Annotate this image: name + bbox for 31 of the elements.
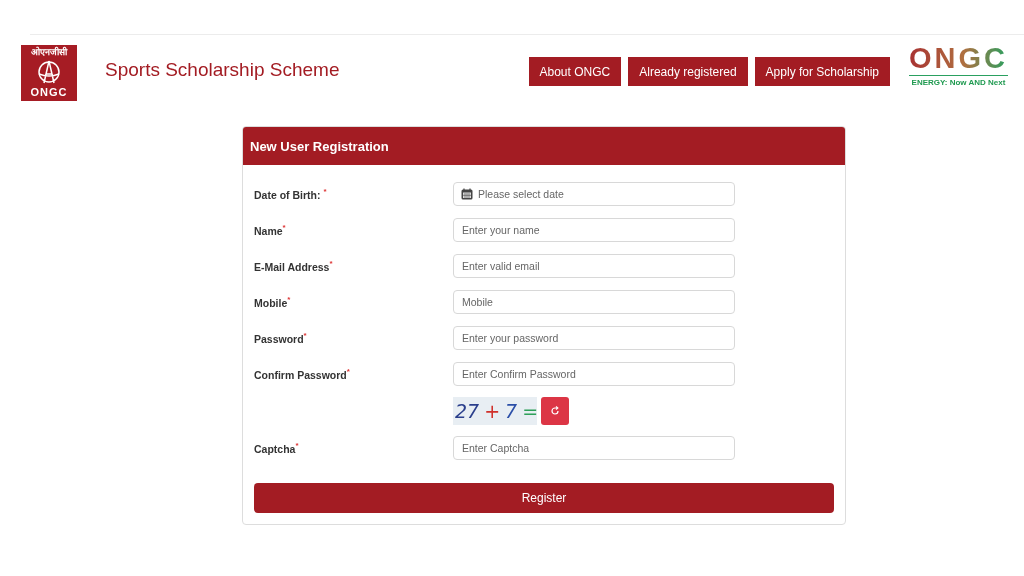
captcha-text: = xyxy=(522,400,539,422)
field-label: Mobile$^{*}$ xyxy=(254,295,292,309)
register-button[interactable]: Register xyxy=(254,483,834,513)
field-label: Date of Birth: $^{*}$ xyxy=(254,187,328,201)
derrick-icon xyxy=(37,60,61,84)
field-label: E-Mail Address$^{*}$ xyxy=(254,259,334,273)
nav-button[interactable]: About ONGC xyxy=(528,57,622,86)
brand-tagline: ENERGY: Now AND Next xyxy=(911,78,1006,87)
captcha-text: + xyxy=(484,400,501,422)
captcha-text: 7 xyxy=(505,400,518,422)
field-label: Captcha$^{*}$ xyxy=(254,441,300,455)
calendar-icon xyxy=(461,188,473,200)
field-label: Confirm Password$^{*}$ xyxy=(254,367,351,381)
field-label: Password$^{*}$ xyxy=(254,331,308,345)
nav-button[interactable]: Already registered xyxy=(628,57,748,86)
card-title: New User Registration xyxy=(243,127,845,165)
logo-hindi-text: ओएनजीसी xyxy=(31,47,67,58)
site-title: Sports Scholarship Scheme xyxy=(105,59,341,81)
input-field[interactable]: Enter valid email xyxy=(453,254,735,278)
input-field[interactable]: Enter Captcha xyxy=(453,436,735,460)
input-field[interactable]: Enter your name xyxy=(453,218,735,242)
refresh-button[interactable] xyxy=(541,397,569,425)
field-label: Name$^{*}$ xyxy=(254,223,287,237)
refresh-icon xyxy=(550,406,560,416)
logo-text: ONGC xyxy=(30,86,68,98)
input-field[interactable]: Enter Confirm Password xyxy=(453,362,735,386)
input-field[interactable]: Mobile xyxy=(453,290,735,314)
input-field[interactable]: Enter your password xyxy=(453,326,735,350)
captcha-text: 27 xyxy=(455,400,480,422)
date-field[interactable]: Please select date xyxy=(453,182,735,206)
nav-button[interactable]: Apply for Scholarship xyxy=(754,57,890,86)
